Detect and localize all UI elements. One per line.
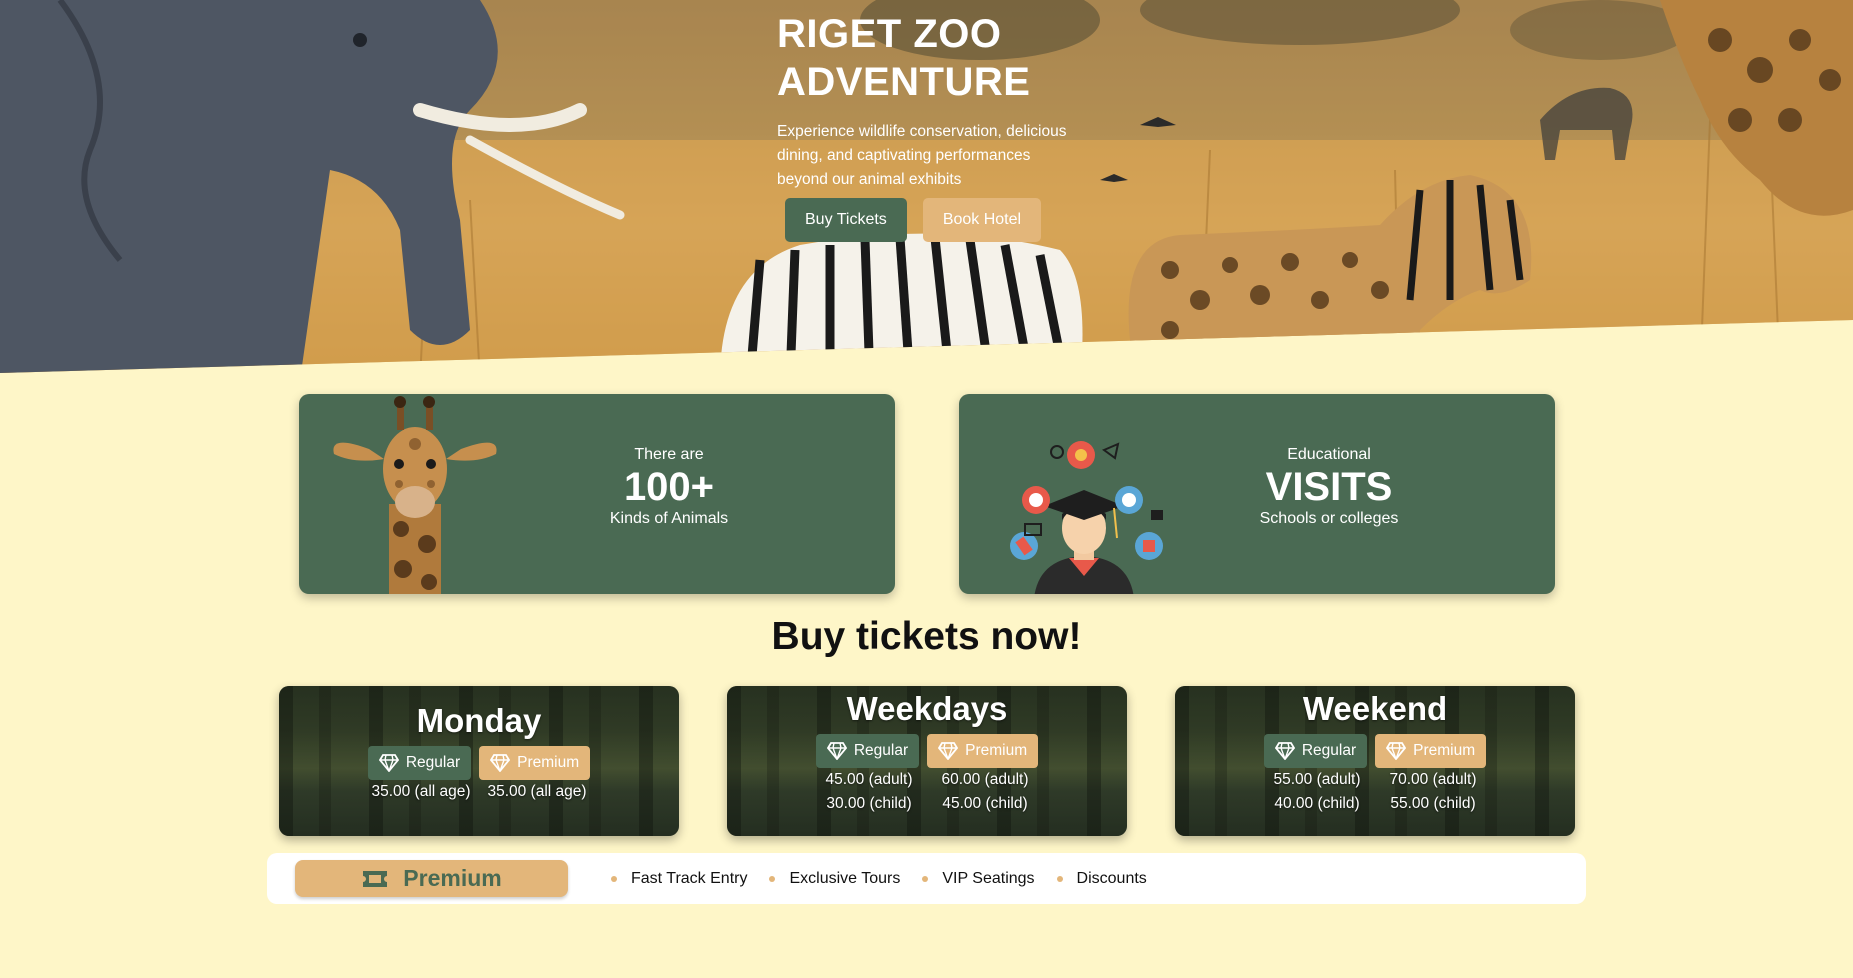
premium-label: Premium [517, 754, 580, 771]
hero-title: RIGET ZOO ADVENTURE [777, 12, 1031, 104]
stat-text-animals: There are 100+ Kinds of Animals [589, 446, 749, 528]
premium-price-adult: 60.00 (adult) [941, 771, 1029, 788]
ticket-title: Monday [416, 702, 542, 739]
regular-price-child: 40.00 (child) [1274, 795, 1360, 812]
graduate-image [1010, 441, 1163, 594]
perk-item: Fast Track Entry [607, 870, 747, 888]
stat-caption: Schools or colleges [1259, 510, 1399, 527]
regular-price-child: 30.00 (child) [826, 795, 912, 812]
bullet-icon [922, 875, 929, 882]
premium-tag-label: Premium [403, 865, 502, 891]
regular-price: 35.00 (all age) [371, 783, 471, 800]
regular-button[interactable]: Regular [1263, 734, 1368, 768]
diamond-icon [826, 742, 847, 760]
stat-value: 100+ [623, 465, 715, 509]
stat-pre: There are [634, 446, 704, 463]
premium-button[interactable]: Premium [479, 746, 591, 780]
giraffe-head-image [333, 396, 497, 594]
premium-price-adult: 70.00 (adult) [1389, 771, 1477, 788]
bullet-icon [611, 875, 617, 882]
bullet-icon [769, 875, 776, 882]
hero-banner: RIGET ZOO ADVENTURE Experience wildlife … [0, 0, 1853, 373]
stat-caption: Kinds of Animals [609, 510, 729, 527]
regular-price-adult: 55.00 (adult) [1273, 771, 1361, 788]
book-hotel-button[interactable]: Book Hotel [922, 198, 1042, 242]
stat-card-animals: There are 100+ Kinds of Animals [299, 394, 895, 594]
hero-subtitle: Experience wildlife conservation, delici… [777, 123, 1067, 188]
stat-card-visits: Educational VISITS Schools or colleges [959, 394, 1555, 594]
regular-button[interactable]: Regular [367, 746, 472, 780]
diamond-icon [490, 754, 511, 772]
ticket-title: Weekdays [846, 690, 1008, 727]
premium-label: Premium [965, 742, 1028, 759]
premium-price-child: 55.00 (child) [1390, 795, 1476, 812]
diamond-icon [938, 742, 959, 760]
perk-label: VIP Seatings [942, 869, 1035, 887]
premium-perks-bar: Premium Fast Track Entry Exclusive Tours… [267, 853, 1586, 904]
regular-price-adult: 45.00 (adult) [825, 771, 913, 788]
ticket-icon [363, 870, 388, 887]
tickets-heading: Buy tickets now! [771, 615, 1082, 658]
regular-label: Regular [405, 754, 461, 771]
ticket-card-monday: Monday Regular Premium 35.00 (all age) 3… [279, 686, 679, 836]
premium-price: 35.00 (all age) [487, 783, 587, 800]
ticket-card-weekdays: Weekdays Regular Premium 45.00 (adult) 3… [727, 686, 1127, 836]
perk-label: Exclusive Tours [789, 869, 901, 887]
stat-value: VISITS [1265, 465, 1393, 509]
hero-text: RIGET ZOO ADVENTURE Experience wildlife … [777, 10, 1077, 192]
perk-label: Fast Track Entry [631, 869, 748, 887]
buy-tickets-button[interactable]: Buy Tickets [785, 198, 907, 242]
premium-label: Premium [1413, 742, 1476, 759]
perk-item: Exclusive Tours [765, 870, 900, 888]
ticket-card-weekend: Weekend Regular Premium 55.00 (adult) 40… [1175, 686, 1575, 836]
stat-text-visits: Educational VISITS Schools or colleges [1249, 446, 1409, 528]
perk-item: Discounts [1053, 870, 1147, 888]
premium-price-child: 45.00 (child) [942, 795, 1028, 812]
premium-tag[interactable]: Premium [295, 860, 568, 897]
bullet-icon [1056, 875, 1063, 882]
diamond-icon [1274, 742, 1295, 760]
ticket-title: Weekend [1302, 690, 1448, 727]
regular-label: Regular [1301, 742, 1357, 759]
premium-button[interactable]: Premium [927, 734, 1039, 768]
stat-pre: Educational [1287, 446, 1371, 463]
premium-button[interactable]: Premium [1375, 734, 1487, 768]
diamond-icon [1386, 742, 1407, 760]
perk-list: Fast Track Entry Exclusive Tours VIP Sea… [607, 853, 1147, 904]
diamond-icon [378, 754, 399, 772]
hero-buttons: Buy Tickets Book Hotel [785, 198, 1042, 242]
regular-label: Regular [853, 742, 909, 759]
perk-item: VIP Seatings [918, 869, 1035, 888]
regular-button[interactable]: Regular [815, 734, 920, 768]
perk-label: Discounts [1076, 869, 1147, 887]
